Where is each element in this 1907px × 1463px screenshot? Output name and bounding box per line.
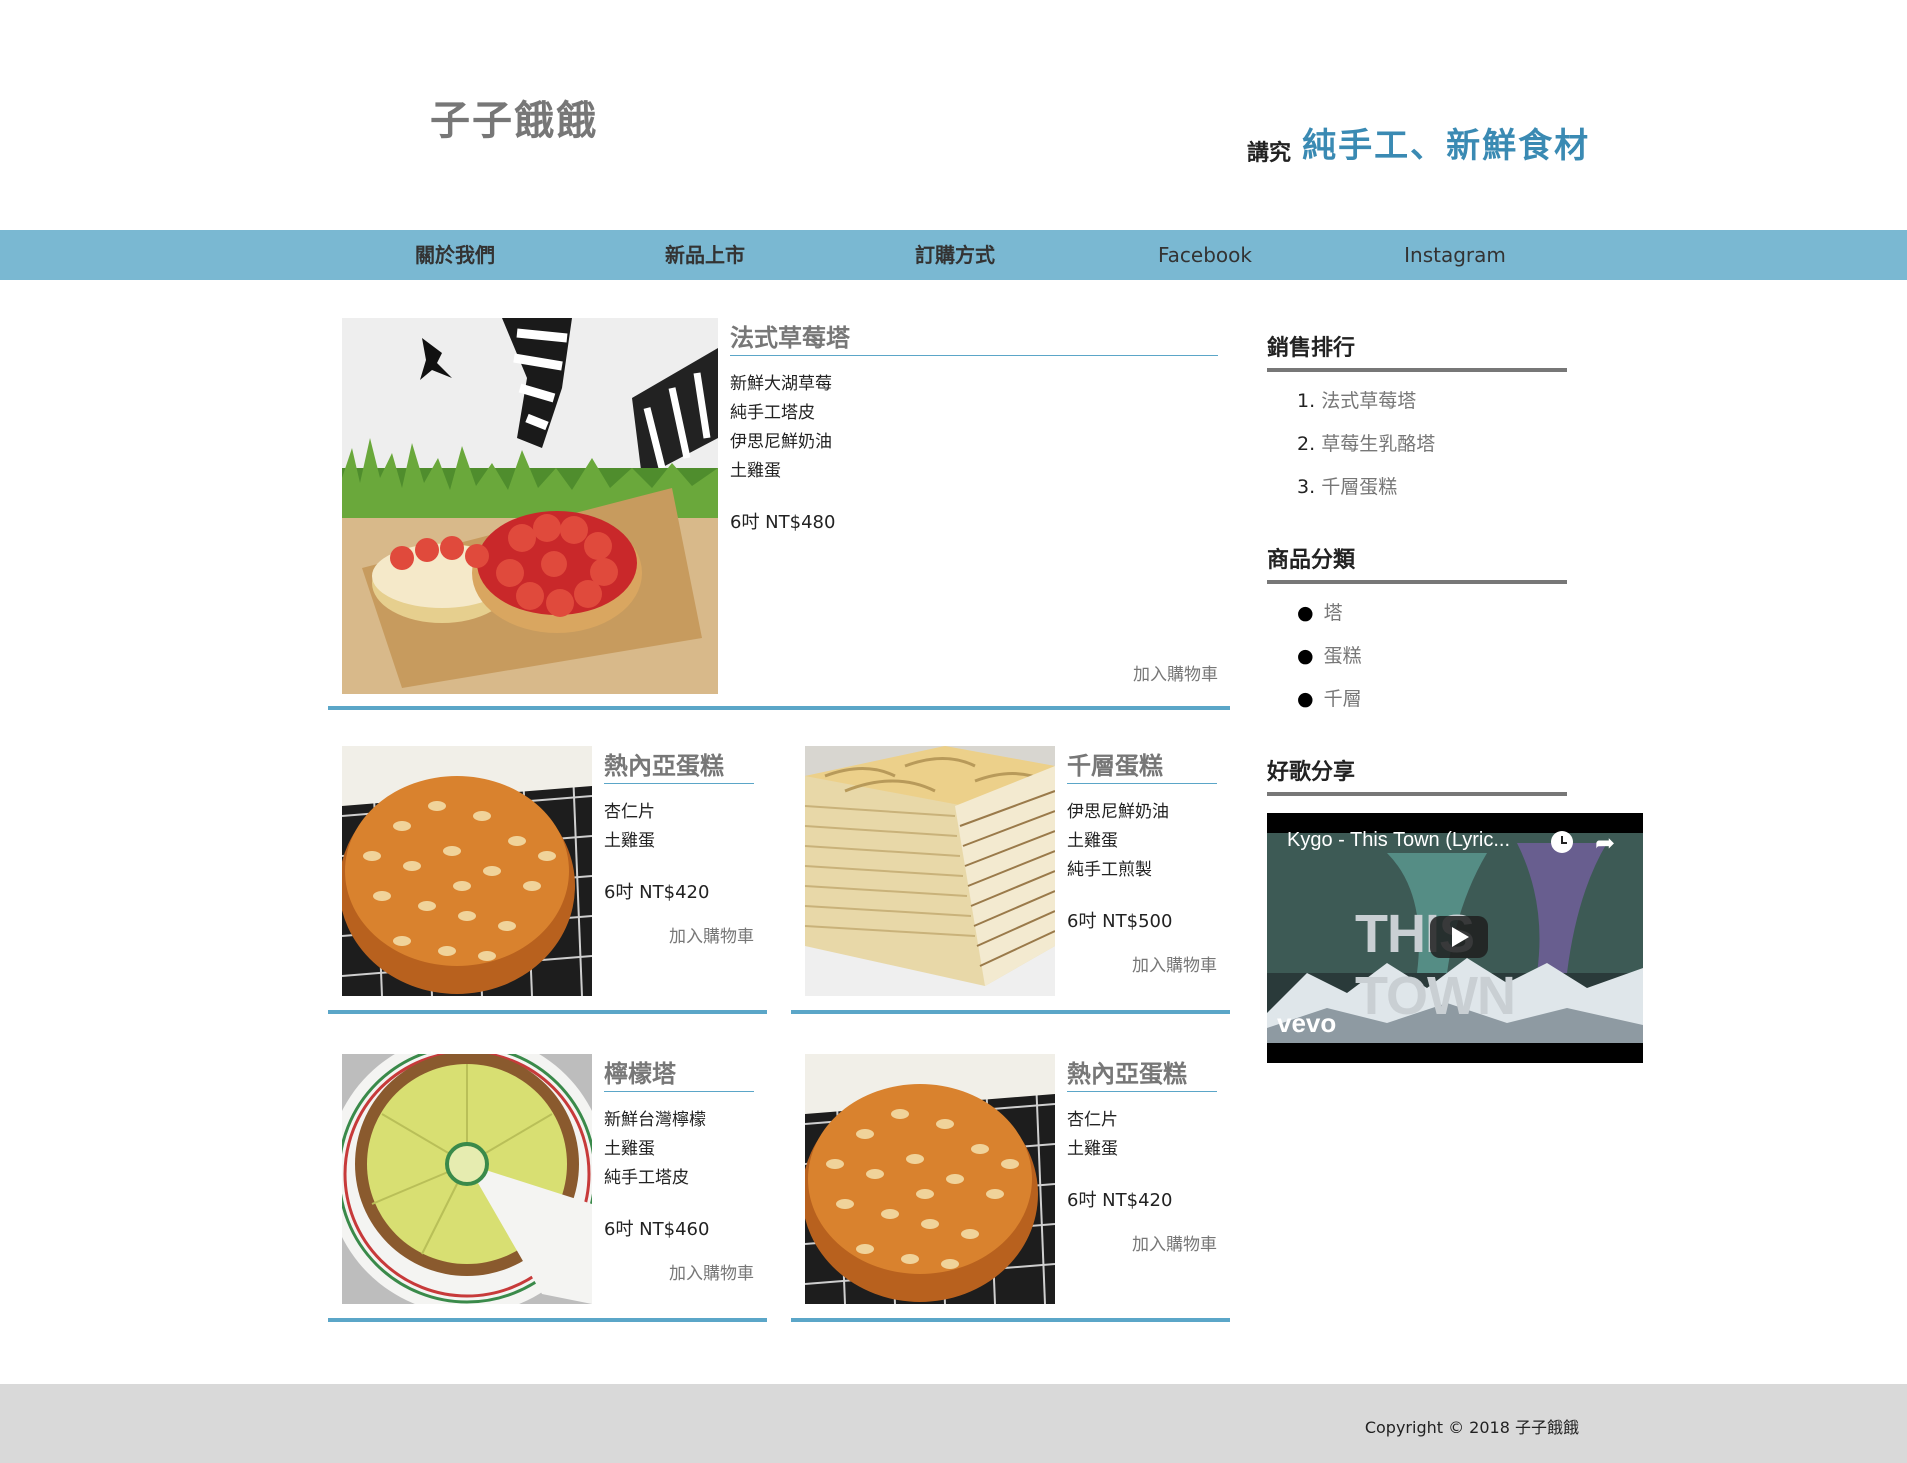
watch-later-icon[interactable]	[1551, 831, 1573, 853]
vevo-logo: vevo	[1277, 1008, 1337, 1038]
tagline-main: 純手工、新鮮食材	[1302, 126, 1591, 166]
nav-item-facebook[interactable]: Facebook	[1080, 230, 1330, 280]
category-item[interactable]: ● 塔	[1297, 592, 1362, 635]
product-image-strawberry-tart[interactable]	[342, 318, 718, 694]
ingredient: 土雞蛋	[730, 461, 781, 481]
ranking-label: 草莓生乳酪塔	[1321, 433, 1436, 455]
categories-heading: 商品分類	[1267, 542, 1567, 584]
play-icon	[1452, 927, 1469, 947]
video-title[interactable]: Kygo - This Town (Lyric...	[1287, 829, 1510, 852]
ranking-item[interactable]: 1. 法式草莓塔	[1297, 380, 1435, 423]
music-share-heading: 好歌分享	[1267, 754, 1567, 796]
ingredient: 土雞蛋	[604, 831, 655, 851]
category-label: 千層	[1323, 688, 1362, 710]
video-overlay-text: THIS TOWN	[1355, 904, 1516, 1026]
site-header: 子子餓餓 講究 純手工、新鮮食材	[0, 0, 1907, 230]
ingredient: 新鮮大湖草莓	[730, 374, 832, 394]
product-ingredients: 杏仁片 土雞蛋	[1067, 1106, 1118, 1164]
product-title[interactable]: 熱內亞蛋糕	[604, 746, 754, 784]
ingredient: 土雞蛋	[604, 1139, 655, 1159]
category-item[interactable]: ● 蛋糕	[1297, 635, 1362, 678]
ingredient: 伊思尼鮮奶油	[730, 432, 832, 452]
ranking-label: 法式草莓塔	[1321, 390, 1417, 412]
add-to-cart-button[interactable]: 加入購物車	[1067, 1230, 1217, 1255]
product-ingredients: 新鮮台灣檸檬 土雞蛋 純手工塔皮	[604, 1106, 706, 1193]
category-label: 塔	[1323, 602, 1343, 624]
ranking-number: 1.	[1297, 390, 1316, 412]
add-to-cart-button[interactable]: 加入購物車	[604, 922, 754, 947]
product-image-genoa-cake[interactable]	[342, 746, 592, 996]
site-footer: Copyright © 2018 子子餓餓	[0, 1384, 1907, 1463]
nav-item-how-to-order[interactable]: 訂購方式	[830, 230, 1080, 280]
product-price: 6吋 NT$480	[730, 512, 836, 533]
sales-ranking-list: 1. 法式草莓塔 2. 草莓生乳酪塔 3. 千層蛋糕	[1297, 380, 1435, 509]
product-title[interactable]: 檸檬塔	[604, 1054, 754, 1092]
youtube-video-embed[interactable]: THIS TOWN Kygo - This Town (Lyric... ➦ v…	[1267, 813, 1643, 1063]
ingredient: 純手工塔皮	[730, 403, 815, 423]
category-item[interactable]: ● 千層	[1297, 678, 1362, 721]
product-image-mille-crepe[interactable]	[805, 746, 1055, 996]
product-price: 6吋 NT$420	[1067, 1190, 1173, 1211]
ingredient: 杏仁片	[1067, 1110, 1118, 1130]
bullet-icon: ●	[1297, 645, 1314, 667]
product-price: 6吋 NT$420	[604, 882, 710, 903]
product-price: 6吋 NT$460	[604, 1219, 710, 1240]
product-ingredients: 新鮮大湖草莓 純手工塔皮 伊思尼鮮奶油 土雞蛋	[730, 370, 832, 486]
product-image-genoa-cake[interactable]	[805, 1054, 1055, 1304]
site-logo[interactable]: 子子餓餓	[430, 88, 598, 146]
nav-item-new-products[interactable]: 新品上市	[580, 230, 830, 280]
product-card: 千層蛋糕 伊思尼鮮奶油 土雞蛋 純手工煎製 6吋 NT$500 加入購物車	[791, 746, 1230, 1014]
ingredient: 土雞蛋	[1067, 831, 1118, 851]
share-icon[interactable]: ➦	[1595, 829, 1615, 857]
main-nav: 關於我們 新品上市 訂購方式 Facebook Instagram	[0, 230, 1907, 280]
product-ingredients: 伊思尼鮮奶油 土雞蛋 純手工煎製	[1067, 798, 1169, 885]
sales-ranking-heading: 銷售排行	[1267, 330, 1567, 372]
copyright-text: Copyright © 2018 子子餓餓	[1364, 1418, 1579, 1437]
add-to-cart-button[interactable]: 加入購物車	[604, 1259, 754, 1284]
ranking-number: 2.	[1297, 433, 1316, 455]
product-ingredients: 杏仁片 土雞蛋	[604, 798, 655, 856]
play-button[interactable]	[1430, 916, 1488, 958]
ranking-label: 千層蛋糕	[1321, 476, 1398, 498]
ingredient: 純手工塔皮	[604, 1168, 689, 1188]
ranking-item[interactable]: 2. 草莓生乳酪塔	[1297, 423, 1435, 466]
ingredient: 純手工煎製	[1067, 860, 1152, 880]
nav-item-about[interactable]: 關於我們	[330, 230, 580, 280]
product-card: 檸檬塔 新鮮台灣檸檬 土雞蛋 純手工塔皮 6吋 NT$460 加入購物車	[328, 1054, 767, 1322]
product-card: 熱內亞蛋糕 杏仁片 土雞蛋 6吋 NT$420 加入購物車	[328, 746, 767, 1014]
bullet-icon: ●	[1297, 602, 1314, 624]
ingredient: 土雞蛋	[1067, 1139, 1118, 1159]
nav-item-instagram[interactable]: Instagram	[1330, 230, 1580, 280]
ingredient: 新鮮台灣檸檬	[604, 1110, 706, 1130]
product-image-lemon-tart[interactable]	[342, 1054, 592, 1304]
tagline: 講究 純手工、新鮮食材	[1247, 118, 1590, 167]
ingredient: 伊思尼鮮奶油	[1067, 802, 1169, 822]
product-title[interactable]: 熱內亞蛋糕	[1067, 1054, 1217, 1092]
ingredient: 杏仁片	[604, 802, 655, 822]
product-card: 熱內亞蛋糕 杏仁片 土雞蛋 6吋 NT$420 加入購物車	[791, 1054, 1230, 1322]
product-card-featured: 法式草莓塔 新鮮大湖草莓 純手工塔皮 伊思尼鮮奶油 土雞蛋 6吋 NT$480 …	[328, 318, 1230, 710]
product-title[interactable]: 千層蛋糕	[1067, 746, 1217, 784]
add-to-cart-button[interactable]: 加入購物車	[1067, 951, 1217, 976]
ranking-number: 3.	[1297, 476, 1316, 498]
ranking-item[interactable]: 3. 千層蛋糕	[1297, 466, 1435, 509]
tagline-prefix: 講究	[1247, 141, 1292, 166]
categories-list: ● 塔 ● 蛋糕 ● 千層	[1297, 592, 1362, 721]
bullet-icon: ●	[1297, 688, 1314, 710]
product-price: 6吋 NT$500	[1067, 911, 1173, 932]
category-label: 蛋糕	[1323, 645, 1362, 667]
product-title[interactable]: 法式草莓塔	[730, 318, 1218, 356]
add-to-cart-button[interactable]: 加入購物車	[1068, 660, 1218, 685]
